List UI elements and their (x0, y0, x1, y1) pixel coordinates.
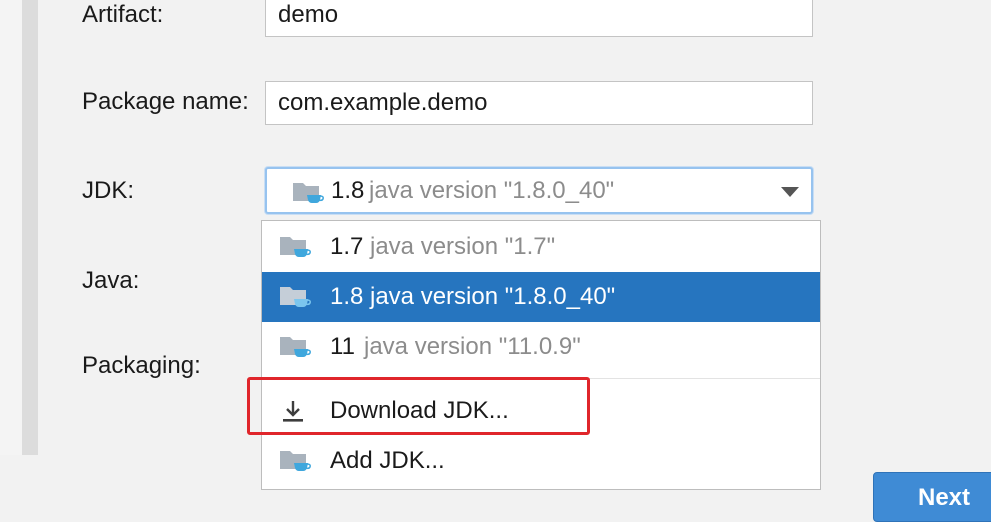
java-label: Java: (82, 267, 140, 294)
jdk-select-description: java version "1.8.0_40" (369, 177, 615, 204)
jdk-option-version: 11 (330, 333, 355, 360)
left-sidebar-edge (0, 0, 23, 455)
add-jdk-label: Add JDK... (330, 447, 445, 474)
packaging-label: Packaging: (82, 352, 201, 379)
jdk-dropdown-list: 1.7 java version "1.7" 1.8 java version … (261, 220, 821, 490)
jdk-label: JDK: (82, 177, 135, 204)
download-jdk-label: Download JDK... (330, 397, 509, 424)
dropdown-arrow-icon[interactable] (781, 187, 799, 197)
jdk-option-version: 1.7 (330, 233, 364, 260)
add-jdk-option[interactable]: Add JDK... (262, 436, 820, 486)
jdk-select[interactable]: 1.8 java version "1.8.0_40" (265, 167, 813, 214)
left-sidebar-divider (22, 0, 38, 455)
artifact-label: Artifact: (82, 1, 164, 28)
package-name-label: Package name: (82, 88, 249, 115)
jdk-folder-icon (280, 237, 311, 257)
jdk-folder-icon (280, 337, 311, 357)
jdk-option-description: java version "1.8.0_40" (370, 283, 616, 310)
jdk-select-version: 1.8 (331, 177, 365, 204)
jdk-option-1-7[interactable]: 1.7 java version "1.7" (262, 222, 820, 272)
jdk-option-description: java version "1.7" (370, 233, 556, 260)
download-jdk-option[interactable]: Download JDK... (262, 386, 820, 436)
jdk-folder-icon (280, 451, 311, 471)
package-name-input[interactable] (265, 81, 813, 125)
jdk-folder-icon (293, 183, 324, 203)
jdk-option-1-8[interactable]: 1.8 java version "1.8.0_40" (262, 272, 820, 322)
artifact-input[interactable] (265, 0, 813, 37)
jdk-option-version: 1.8 (330, 283, 364, 310)
download-icon (283, 401, 303, 422)
jdk-option-11[interactable]: 11 java version "11.0.9" (262, 322, 820, 372)
jdk-option-description: java version "11.0.9" (364, 333, 581, 360)
dropdown-separator (262, 378, 820, 379)
jdk-folder-icon (280, 287, 311, 307)
